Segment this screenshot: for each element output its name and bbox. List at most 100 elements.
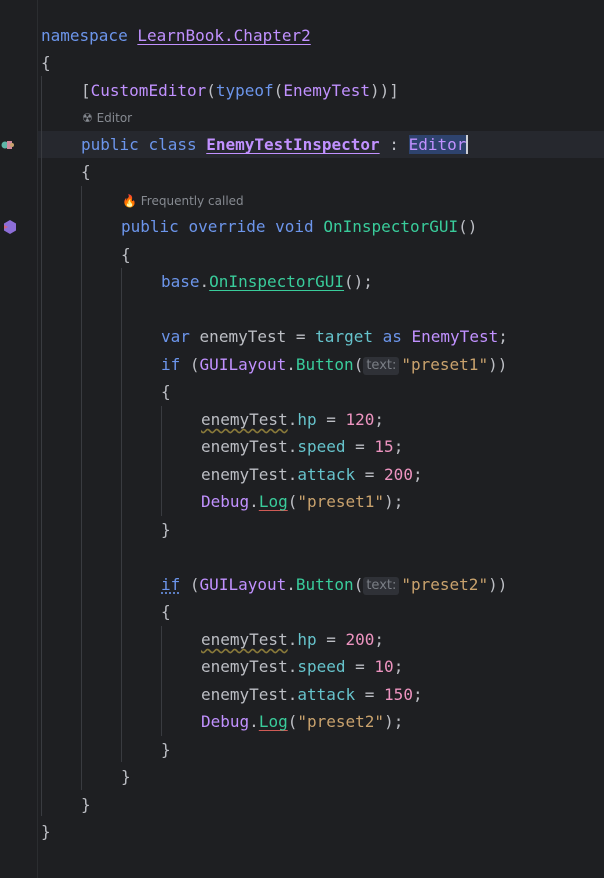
paren: ( (189, 355, 200, 374)
code-line[interactable]: } (121, 763, 131, 790)
code-line[interactable]: enemyTest.hp = 200; (201, 626, 384, 653)
unity-inspector-icon[interactable] (0, 137, 16, 153)
field[interactable]: speed (297, 437, 345, 456)
code-line[interactable]: { (81, 158, 91, 185)
unity-icon: ☢ (82, 111, 93, 125)
frequently-called-hint[interactable]: 🔥 Frequently called (122, 193, 244, 209)
paren: ( (353, 575, 364, 594)
text-caret (466, 135, 469, 154)
paren: )) (488, 575, 508, 594)
method-call[interactable]: Button (296, 355, 354, 374)
code-editor[interactable]: namespace LearnBook.Chapter2 { [CustomEd… (0, 0, 604, 878)
method-call[interactable]: Button (296, 575, 354, 594)
keyword: public (81, 135, 139, 154)
paren: ( (189, 575, 200, 594)
string-literal: "preset1" (401, 355, 489, 374)
type-name[interactable]: GUILayout (200, 575, 287, 594)
keyword: class (148, 135, 197, 154)
method-call[interactable]: Log (259, 492, 288, 511)
code-line[interactable]: enemyTest.attack = 200; (201, 461, 423, 488)
method-name[interactable]: OnInspectorGUI (323, 217, 458, 236)
code-line[interactable]: enemyTest.speed = 15; (201, 433, 403, 460)
type-name[interactable]: EnemyTest (412, 327, 499, 346)
indent-guide (41, 76, 42, 816)
paren: ( (353, 355, 364, 374)
variable[interactable]: enemyTest (201, 685, 288, 704)
field[interactable]: attack (297, 465, 355, 484)
code-line[interactable]: { (161, 378, 171, 405)
brace: { (161, 602, 171, 621)
code-line[interactable]: { (41, 49, 51, 76)
colon: : (389, 135, 399, 154)
code-line[interactable]: enemyTest.hp = 120; (201, 406, 384, 433)
code-line[interactable]: if (GUILayout.Button(text: "preset2")) (161, 571, 507, 598)
field[interactable]: hp (297, 410, 316, 429)
base-class[interactable]: Editor (408, 135, 467, 154)
brace: { (81, 162, 91, 181)
field[interactable]: hp (297, 630, 316, 649)
editor-usage-hint[interactable]: ☢ Editor (82, 110, 132, 126)
method-call[interactable]: Log (259, 712, 288, 731)
keyword: var (161, 327, 190, 346)
code-line[interactable]: enemyTest.speed = 10; (201, 653, 403, 680)
number-literal: 200 (384, 465, 413, 484)
keyword: base (161, 272, 200, 291)
number-literal: 150 (384, 685, 413, 704)
method-call[interactable]: OnInspectorGUI (209, 272, 344, 291)
attribute-name[interactable]: CustomEditor (91, 81, 207, 100)
type-name[interactable]: GUILayout (200, 355, 287, 374)
bracket: ))] (370, 81, 399, 100)
variable[interactable]: enemyTest (201, 465, 288, 484)
dot: . (286, 575, 296, 594)
paren: )) (488, 355, 508, 374)
code-line[interactable]: namespace LearnBook.Chapter2 (41, 22, 311, 49)
field[interactable]: speed (297, 657, 345, 676)
keyword: void (275, 217, 314, 236)
variable[interactable]: enemyTest (201, 410, 288, 429)
code-line[interactable]: var enemyTest = target as EnemyTest; (161, 323, 508, 350)
brace: } (161, 520, 171, 539)
type-name[interactable]: Debug (201, 712, 249, 731)
string-literal: "preset2" (297, 712, 385, 731)
property[interactable]: target (315, 327, 373, 346)
bracket: [ (81, 81, 91, 100)
code-line[interactable]: public class EnemyTestInspector : Editor (81, 131, 469, 158)
paren: () (458, 217, 478, 236)
variable[interactable]: enemyTest (201, 630, 288, 649)
number-literal: 15 (374, 437, 394, 456)
paren: ( (206, 81, 216, 100)
semicolon: ; (498, 327, 508, 346)
brace: } (41, 822, 51, 841)
code-line[interactable]: } (161, 516, 171, 543)
code-line[interactable]: } (41, 818, 51, 845)
keyword: as (382, 327, 402, 346)
code-line[interactable]: if (GUILayout.Button(text: "preset1")) (161, 351, 507, 378)
type-name[interactable]: Debug (201, 492, 249, 511)
code-line[interactable]: [CustomEditor(typeof(EnemyTest))] (81, 77, 399, 104)
punct: (); (344, 272, 373, 291)
override-method-icon[interactable] (2, 219, 18, 235)
field[interactable]: attack (297, 685, 355, 704)
string-literal: "preset2" (401, 575, 489, 594)
code-line[interactable]: { (121, 241, 131, 268)
variable[interactable]: enemyTest (201, 437, 288, 456)
code-line[interactable]: } (81, 791, 91, 818)
keyword: typeof (215, 81, 274, 100)
class-name[interactable]: EnemyTestInspector (206, 135, 379, 154)
brace: } (81, 795, 91, 814)
keyword: if (161, 575, 181, 594)
flame-icon: 🔥 (122, 194, 137, 208)
variable[interactable]: enemyTest (201, 657, 288, 676)
code-line[interactable]: { (161, 598, 171, 625)
code-line[interactable]: public override void OnInspectorGUI() (121, 213, 477, 240)
type-name[interactable]: EnemyTest (283, 81, 370, 100)
keyword: public (121, 217, 179, 236)
namespace-name[interactable]: LearnBook.Chapter2 (137, 26, 310, 45)
code-line[interactable]: } (161, 736, 171, 763)
code-line[interactable]: Debug.Log("preset2"); (201, 708, 403, 735)
code-line[interactable]: Debug.Log("preset1"); (201, 488, 403, 515)
code-line[interactable]: enemyTest.attack = 150; (201, 681, 423, 708)
variable[interactable]: enemyTest (200, 327, 287, 346)
code-line[interactable]: base.OnInspectorGUI(); (161, 268, 373, 295)
parameter-hint: text: (363, 357, 400, 375)
